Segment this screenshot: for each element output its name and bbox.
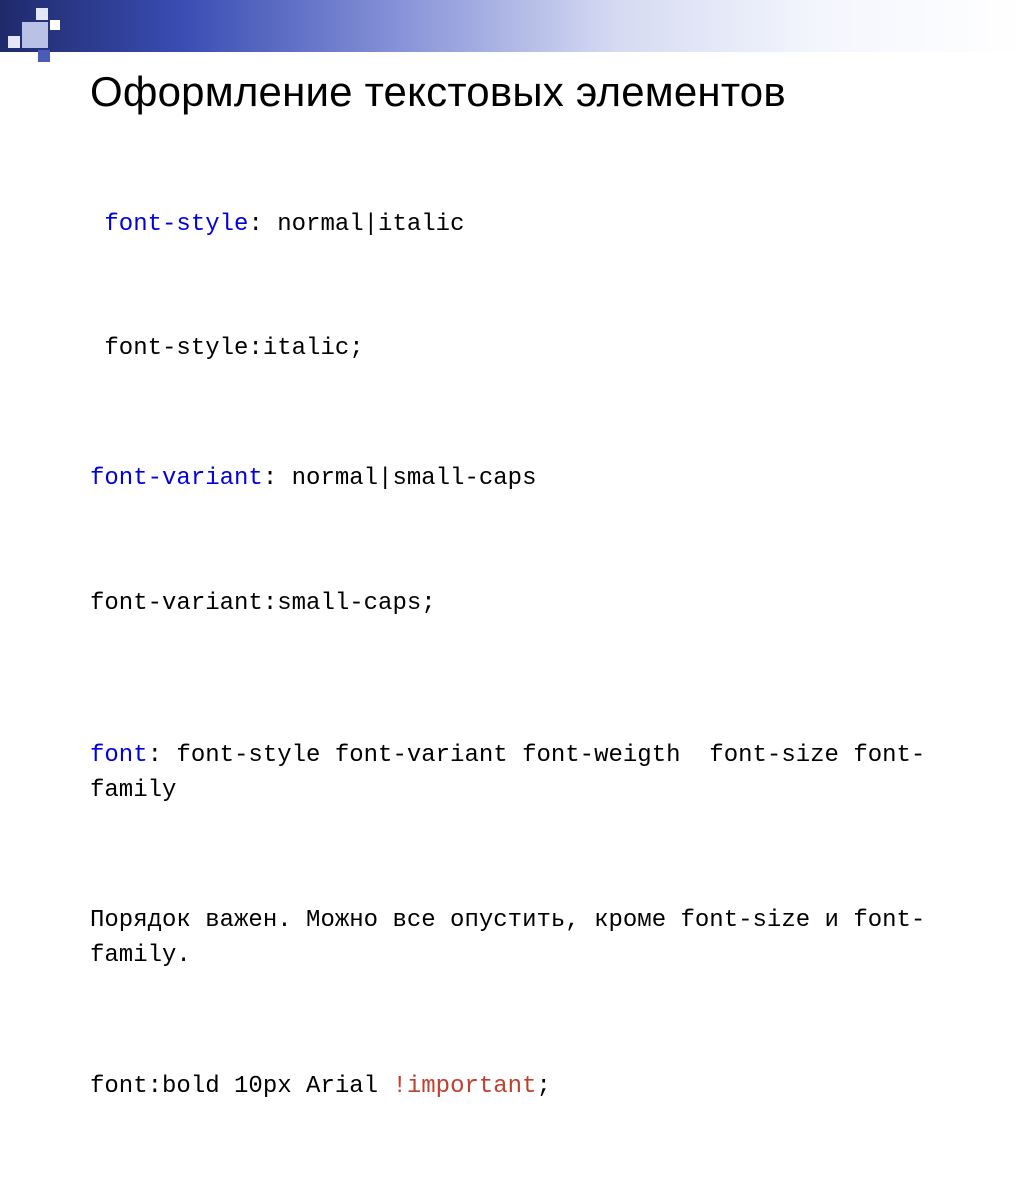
slide-title: Оформление текстовых элементов — [90, 68, 964, 116]
text: : font-style font-variant font-weigth fo… — [90, 742, 925, 804]
text: font-style:italic; — [90, 335, 364, 362]
keyword: font-variant — [90, 465, 263, 492]
line-font-shorthand: font: font-style font-variant font-weigt… — [90, 739, 964, 809]
important-keyword: !important — [392, 1073, 536, 1100]
line-font-variant-def: font-variant: normal|small-caps — [90, 462, 964, 497]
text: ; — [536, 1073, 550, 1100]
keyword: font — [90, 742, 148, 769]
line-font-style-def: font-style: normal|italic — [90, 208, 964, 243]
text: : normal|small-caps — [263, 465, 537, 492]
line-note: Порядок важен. Можно все опустить, кроме… — [90, 904, 964, 974]
text: font:bold 10px Arial — [90, 1073, 392, 1100]
line-font-style-example: font-style:italic; — [90, 332, 964, 367]
squares-decoration — [8, 8, 66, 66]
text: font-variant:small-caps; — [90, 590, 436, 617]
line-font-example: font:bold 10px Arial !important; — [90, 1070, 964, 1105]
slide-content: font-style: normal|italic font-style:ita… — [90, 138, 964, 1200]
header-gradient — [0, 0, 1024, 52]
text: : normal|italic — [248, 211, 464, 238]
slide-body: Оформление текстовых элементов font-styl… — [90, 68, 964, 1200]
text: Порядок важен. Можно все опустить, кроме… — [90, 907, 925, 969]
line-font-variant-example: font-variant:small-caps; — [90, 587, 964, 622]
keyword: font-style — [104, 211, 248, 238]
